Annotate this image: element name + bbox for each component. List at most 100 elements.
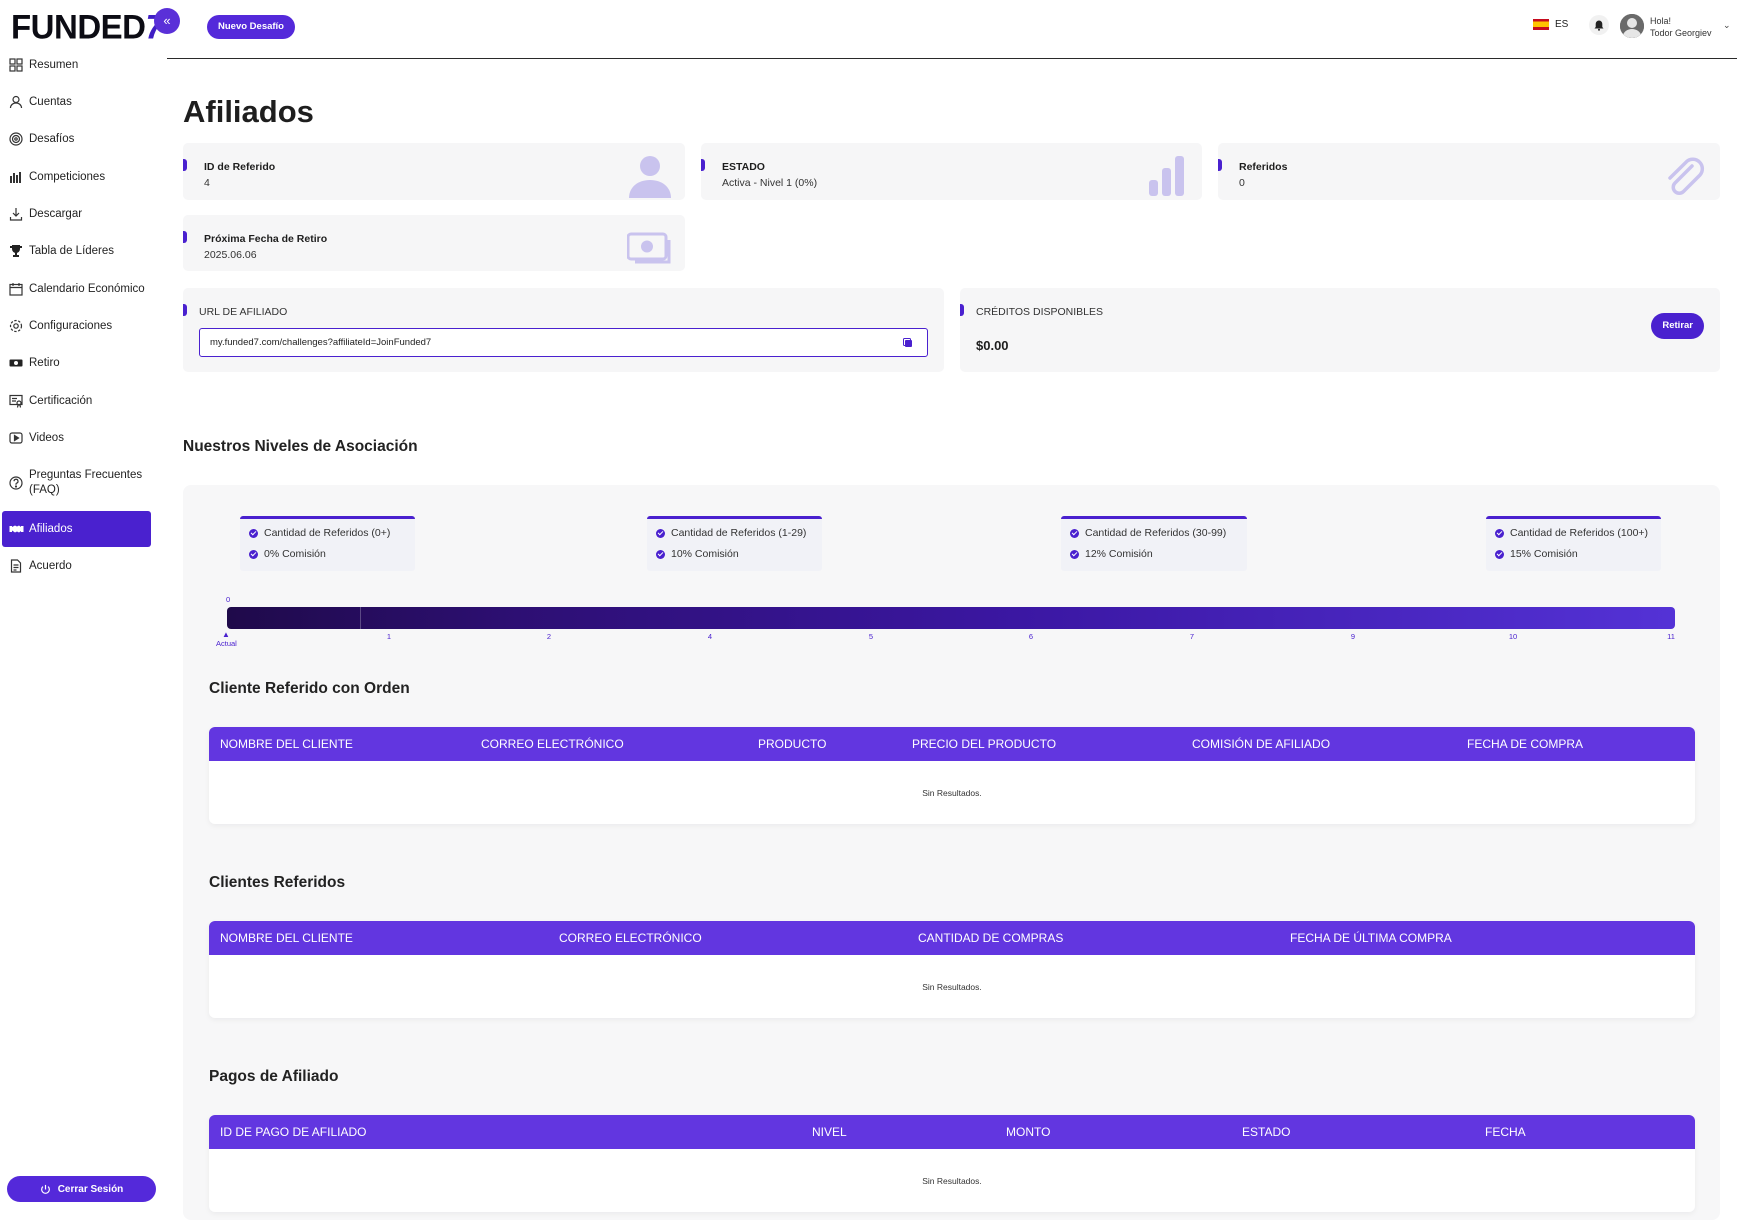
affiliate-payments-table: ID DE PAGO DE AFILIADO NIVEL MONTO ESTAD…: [209, 1115, 1695, 1212]
notifications-button[interactable]: [1589, 15, 1609, 35]
column-header[interactable]: PRODUCTO: [758, 737, 826, 751]
chevron-down-icon[interactable]: ⌄: [1723, 20, 1731, 31]
column-header[interactable]: ESTADO: [1242, 1125, 1290, 1139]
paperclip-icon: [1668, 157, 1705, 195]
progress-tick: 11: [1667, 632, 1675, 641]
card-marker: [183, 304, 187, 316]
levels-panel: [183, 485, 1720, 1220]
question-icon: [8, 475, 24, 491]
column-header[interactable]: MONTO: [1006, 1125, 1050, 1139]
sidebar-item-configuraciones[interactable]: Configuraciones: [2, 308, 151, 344]
progress-marker: [360, 607, 361, 629]
header-divider: [167, 58, 1737, 59]
sidebar-item-label: Retiro: [29, 357, 60, 369]
next-withdrawal-card: Próxima Fecha de Retiro 2025.06.06: [183, 215, 685, 271]
column-header[interactable]: FECHA DE ÚLTIMA COMPRA: [1290, 931, 1452, 945]
level-tier: Cantidad de Referidos (0+) 0% Comisión: [240, 516, 415, 571]
tier-commission: 15% Comisión: [1495, 548, 1578, 560]
referred-orders-table: NOMBRE DEL CLIENTE CORREO ELECTRÓNICO PR…: [209, 727, 1695, 824]
avatar[interactable]: [1620, 14, 1644, 38]
check-icon: [249, 549, 258, 559]
new-challenge-button[interactable]: Nuevo Desafío: [207, 15, 295, 39]
cash-icon: [8, 355, 24, 371]
sidebar-item-cuentas[interactable]: Cuentas: [2, 84, 151, 120]
sidebar-item-afiliados[interactable]: Afiliados: [2, 511, 151, 547]
column-header[interactable]: CORREO ELECTRÓNICO: [559, 931, 702, 945]
tier-commission: 12% Comisión: [1070, 548, 1153, 560]
language-selector[interactable]: ES: [1533, 19, 1568, 30]
referred-clients-table: NOMBRE DEL CLIENTE CORREO ELECTRÓNICO CA…: [209, 921, 1695, 1018]
sidebar-item-label: Resumen: [29, 59, 79, 71]
sidebar-item-faq[interactable]: Preguntas Frecuentes (FAQ): [2, 461, 151, 505]
column-header[interactable]: FECHA: [1485, 1125, 1526, 1139]
sidebar-item-calendario[interactable]: Calendario Económico: [2, 271, 151, 307]
sidebar-item-certificacion[interactable]: Certificación: [2, 383, 151, 419]
sidebar-item-label: Videos: [29, 432, 64, 444]
tier-referrals: Cantidad de Referidos (1-29): [656, 527, 806, 539]
table-header: NOMBRE DEL CLIENTE CORREO ELECTRÓNICO PR…: [209, 727, 1695, 761]
user-icon: [8, 94, 24, 110]
check-icon: [656, 528, 665, 538]
copy-icon[interactable]: [903, 338, 913, 348]
column-header[interactable]: NOMBRE DEL CLIENTE: [220, 737, 353, 751]
level-progress-bar: [227, 607, 1675, 629]
credits-card: CRÉDITOS DISPONIBLES $0.00 Retirar: [960, 288, 1720, 372]
card-value: 0: [1239, 177, 1245, 189]
sidebar-item-competiciones[interactable]: Competiciones: [2, 159, 151, 195]
card-value: 2025.06.06: [204, 249, 257, 261]
progress-tick: 2: [546, 632, 552, 641]
empty-state: Sin Resultados.: [922, 1175, 982, 1186]
column-header[interactable]: CANTIDAD DE COMPRAS: [918, 931, 1063, 945]
column-header[interactable]: ID DE PAGO DE AFILIADO: [220, 1125, 366, 1139]
withdraw-button[interactable]: Retirar: [1651, 313, 1704, 339]
logo[interactable]: FUNDED7: [11, 7, 164, 47]
sidebar-item-label: Desafíos: [29, 133, 75, 145]
check-icon: [1495, 549, 1504, 559]
card-marker: [1218, 159, 1222, 171]
tier-commission: 10% Comisión: [656, 548, 739, 560]
card-label: CRÉDITOS DISPONIBLES: [976, 306, 1104, 318]
page-title: Afiliados: [183, 94, 314, 129]
sidebar-item-tabla-lideres[interactable]: Tabla de Líderes: [2, 233, 151, 269]
download-icon: [8, 206, 24, 222]
trophy-icon: [8, 243, 24, 259]
logout-button[interactable]: Cerrar Sesión: [7, 1176, 156, 1202]
progress-tick: 1: [386, 632, 392, 641]
column-header[interactable]: NIVEL: [812, 1125, 847, 1139]
current-marker-icon: ▲: [222, 630, 230, 639]
card-value: 4: [204, 177, 210, 189]
sidebar-item-desafios[interactable]: Desafíos: [2, 121, 151, 157]
sidebar-item-resumen[interactable]: Resumen: [2, 47, 151, 83]
bars-icon: [8, 169, 24, 185]
column-header[interactable]: COMISIÓN DE AFILIADO: [1192, 737, 1330, 751]
tier-referrals: Cantidad de Referidos (0+): [249, 527, 390, 539]
person-icon: [629, 156, 671, 198]
user-name: Todor Georgiev: [1650, 28, 1712, 38]
card-label: ID de Referido: [204, 161, 276, 173]
user-menu[interactable]: Hola! Todor Georgiev: [1650, 15, 1712, 39]
progress-tick: 7: [1189, 632, 1195, 641]
card-value: Activa - Nivel 1 (0%): [722, 177, 818, 189]
sidebar-item-label: Afiliados: [29, 523, 73, 535]
sidebar-item-videos[interactable]: Videos: [2, 420, 151, 456]
progress-tick: 10: [1508, 632, 1518, 641]
sidebar-item-label: Tabla de Líderes: [29, 245, 115, 257]
empty-state: Sin Resultados.: [922, 981, 982, 992]
status-card: ESTADO Activa - Nivel 1 (0%): [701, 143, 1202, 200]
column-header[interactable]: NOMBRE DEL CLIENTE: [220, 931, 353, 945]
sidebar-item-retiro[interactable]: Retiro: [2, 345, 151, 381]
level-tier: Cantidad de Referidos (100+) 15% Comisió…: [1486, 516, 1661, 571]
grid-icon: [8, 57, 24, 73]
table-header: NOMBRE DEL CLIENTE CORREO ELECTRÓNICO CA…: [209, 921, 1695, 955]
tier-referrals: Cantidad de Referidos (30-99): [1070, 527, 1226, 539]
language-label: ES: [1555, 19, 1569, 30]
column-header[interactable]: PRECIO DEL PRODUCTO: [912, 737, 1056, 751]
sidebar-item-acuerdo[interactable]: Acuerdo: [2, 548, 151, 584]
level-tier: Cantidad de Referidos (1-29) 10% Comisió…: [647, 516, 822, 571]
collapse-sidebar-button[interactable]: «: [154, 8, 180, 34]
sidebar-item-label: Cuentas: [29, 96, 72, 108]
column-header[interactable]: CORREO ELECTRÓNICO: [481, 737, 624, 751]
affiliate-url-field[interactable]: my.funded7.com/challenges?affiliateId=Jo…: [199, 328, 928, 357]
sidebar-item-descargar[interactable]: Descargar: [2, 196, 151, 232]
column-header[interactable]: FECHA DE COMPRA: [1467, 737, 1583, 751]
